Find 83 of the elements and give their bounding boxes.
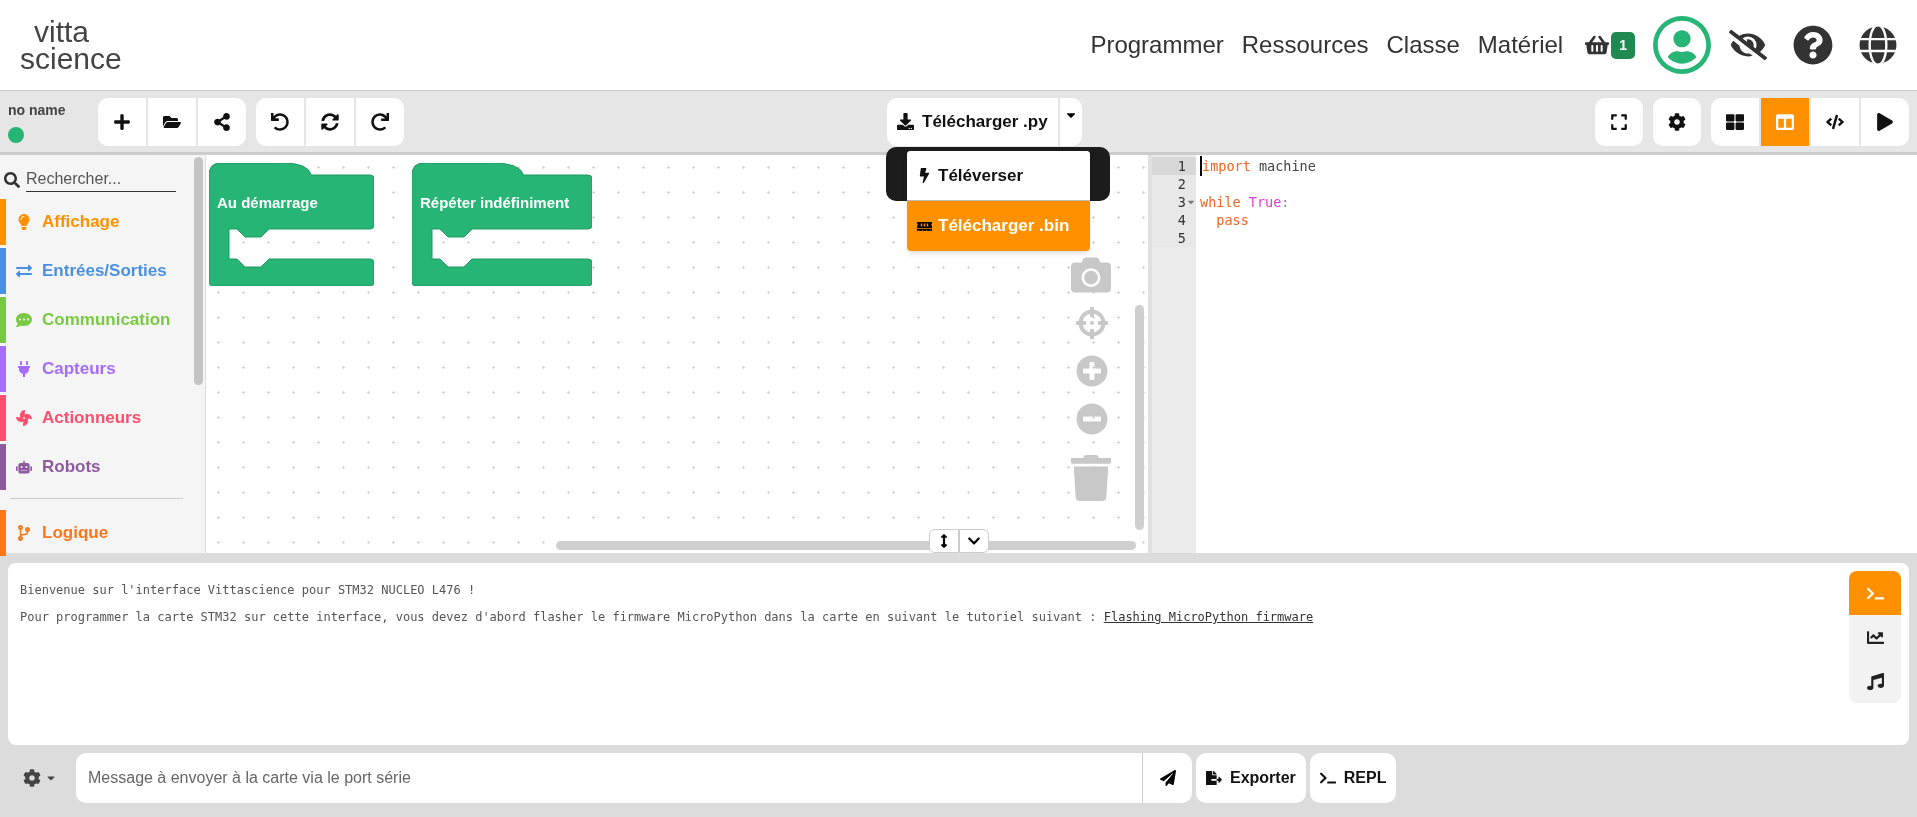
- message-field[interactable]: Message à envoyer à la carte via le port série: [76, 753, 1142, 803]
- logo[interactable]: vitta science: [20, 18, 122, 72]
- arrows-icon: [16, 263, 32, 279]
- share-icon: [213, 112, 231, 131]
- console-action-button[interactable]: REPL: [1309, 753, 1397, 803]
- fullscreen-button[interactable]: [1595, 97, 1643, 146]
- basket-icon[interactable]: [1585, 33, 1610, 57]
- nav-link[interactable]: Classe: [1386, 27, 1460, 63]
- console-message: Pour programmer la carte STM32 sur cette interface, vous devez d'abord flasher le firmware MicroPython dans la carte en suivant le tutoriel suivant : Flashing MicroPython firmware: [20, 609, 1315, 626]
- console-message: Bienvenue sur l'interface Vittascience pour STM32 NUCLEO L476 !: [20, 582, 477, 599]
- send-button[interactable]: [1142, 753, 1192, 803]
- new-button[interactable]: [98, 97, 146, 146]
- chart-icon: [1866, 628, 1884, 646]
- search-field[interactable]: Rechercher...: [26, 167, 176, 192]
- play-icon: [1876, 112, 1894, 131]
- category-label: Capteurs: [42, 358, 116, 381]
- sync-button[interactable]: [306, 97, 354, 146]
- share-button[interactable]: [198, 97, 246, 146]
- category-label: Entrées/Sorties: [42, 260, 167, 283]
- send-icon: [1159, 770, 1176, 786]
- menu-item[interactable]: Téléverser: [907, 151, 1090, 201]
- plus-icon: [113, 112, 131, 131]
- help-icon[interactable]: [1793, 25, 1833, 65]
- collapse-button[interactable]: [959, 529, 989, 553]
- grid-icon: [1726, 112, 1744, 131]
- run-button[interactable]: [1861, 97, 1909, 146]
- redo-button[interactable]: [356, 97, 404, 146]
- category-label: Affichage: [42, 211, 120, 234]
- speech-bubble-icon: [16, 312, 32, 328]
- export-icon: [1206, 770, 1222, 786]
- robot-icon: [16, 459, 32, 475]
- settings-button[interactable]: [1653, 97, 1701, 146]
- music-note-icon: [1866, 672, 1884, 690]
- line-number: 1: [1177, 156, 1186, 176]
- branch-icon: [16, 525, 32, 541]
- avatar[interactable]: [1653, 16, 1711, 74]
- undo-button[interactable]: [256, 97, 304, 146]
- code-line: import machine: [1200, 155, 1316, 177]
- fullscreen-icon: [1610, 112, 1628, 131]
- event-block[interactable]: [209, 163, 374, 286]
- sync-icon: [321, 112, 339, 131]
- nav-link[interactable]: Matériel: [1477, 27, 1564, 63]
- line-number: 3: [1177, 192, 1186, 212]
- tutorial-link[interactable]: Flashing MicroPython firmware: [1103, 610, 1314, 624]
- category-label: Communication: [42, 309, 171, 332]
- download-button[interactable]: Télécharger .py: [887, 97, 1058, 146]
- category-label: Logique: [42, 522, 109, 545]
- lightning-icon: [917, 168, 932, 183]
- redo-icon: [371, 112, 389, 131]
- gear-icon: [23, 769, 41, 787]
- fan-icon: [16, 410, 32, 426]
- globe-icon[interactable]: [1859, 26, 1897, 64]
- project-name: no name: [8, 101, 67, 120]
- category-label: Robots: [42, 456, 101, 479]
- view-tab[interactable]: [1811, 97, 1859, 146]
- dropdown-button[interactable]: [1059, 97, 1082, 146]
- category-item[interactable]: Robots: [0, 444, 193, 490]
- nav-link[interactable]: Programmer: [1090, 27, 1224, 63]
- code-line: while True:: [1200, 192, 1290, 212]
- undo-icon: [271, 112, 289, 131]
- search-icon: [4, 171, 20, 188]
- line-number: 2: [1177, 174, 1186, 194]
- lightbulb-icon: [16, 214, 32, 230]
- nav-link[interactable]: Ressources: [1241, 27, 1369, 63]
- console-action-button[interactable]: Exporter: [1196, 753, 1306, 803]
- code-icon: [1826, 112, 1844, 131]
- user-icon: [1657, 20, 1707, 70]
- split-view-icon: [1776, 112, 1794, 131]
- code-line: pass: [1215, 210, 1249, 230]
- download-icon: [897, 113, 914, 130]
- category-label: Actionneurs: [42, 407, 142, 430]
- line-number: 5: [1177, 228, 1186, 248]
- terminal-icon: [1319, 770, 1336, 786]
- cart-count: 1: [1611, 31, 1635, 59]
- resize-handle[interactable]: [929, 529, 959, 553]
- block-label: Au démarrage: [217, 194, 318, 211]
- line-number: 4: [1177, 210, 1186, 230]
- open-button[interactable]: [148, 97, 196, 146]
- view-tab[interactable]: [1711, 97, 1759, 146]
- event-block[interactable]: [412, 163, 592, 286]
- plug-icon: [16, 361, 32, 377]
- block-label: Répéter indéfiniment: [420, 194, 570, 211]
- gear-icon: [1668, 112, 1686, 131]
